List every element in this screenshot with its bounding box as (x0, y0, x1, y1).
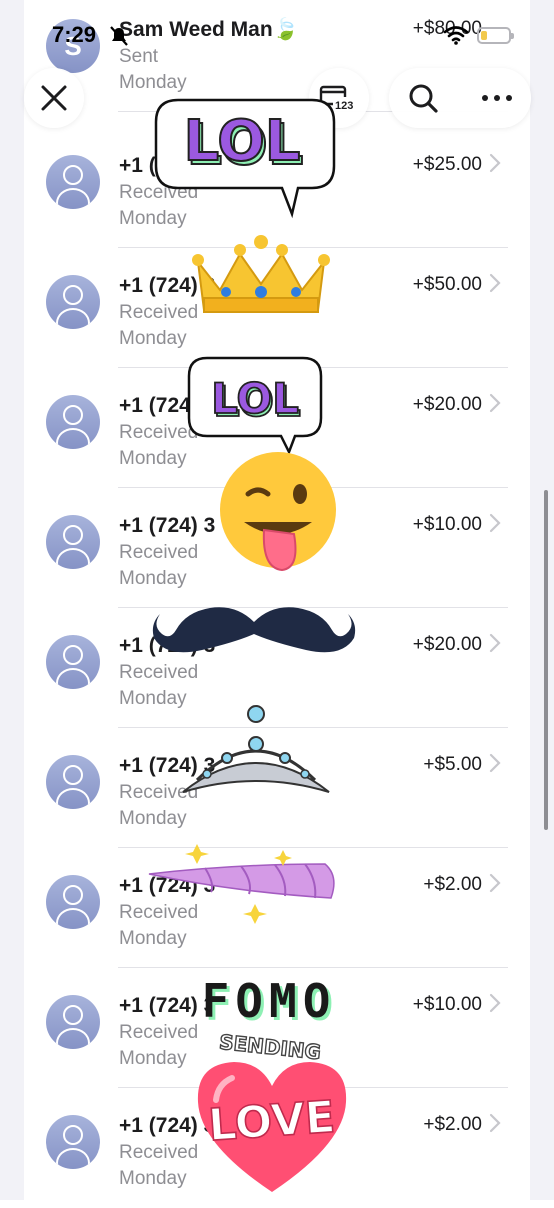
toolbar-actions (389, 68, 531, 128)
right-gutter (530, 0, 554, 1200)
transaction-amount: +$20.00 (412, 394, 482, 415)
avatar (46, 995, 100, 1049)
fomo-sending-sticker: FOMO FOMO SENDING (202, 974, 337, 1065)
avatar (46, 155, 100, 209)
chevron-right-icon[interactable] (484, 152, 506, 174)
chevron-right-icon[interactable] (484, 632, 506, 654)
love-text: LOVE (207, 1092, 337, 1152)
transaction-day: Monday (119, 72, 187, 93)
transaction-day: Monday (119, 448, 187, 469)
transaction-amount: +$2.00 (423, 874, 482, 895)
avatar (46, 755, 100, 809)
chevron-right-icon[interactable] (484, 872, 506, 894)
transaction-status: Received (119, 662, 199, 683)
search-icon[interactable] (393, 68, 453, 128)
transaction-day: Monday (119, 1168, 187, 1189)
scrollbar[interactable] (544, 490, 548, 830)
transaction-day: Monday (119, 928, 187, 949)
left-gutter (0, 0, 24, 1200)
transaction-amount: +$20.00 (412, 634, 482, 655)
fomo-text: FOMO (202, 974, 337, 1028)
transaction-amount: +$25.00 (412, 154, 482, 175)
love-heart-sticker: LOVE (197, 1062, 347, 1192)
avatar (46, 875, 100, 929)
avatar (46, 1115, 100, 1169)
wifi-icon (443, 26, 469, 45)
winking-tongue-emoji-sticker (220, 452, 336, 572)
transaction-status: Received (119, 542, 199, 563)
close-icon (41, 85, 67, 111)
crown-sticker (192, 235, 330, 313)
status-bar: 7:29 (0, 0, 554, 60)
chevron-right-icon[interactable] (484, 512, 506, 534)
lol-text: LOL (184, 109, 301, 174)
ellipsis-icon[interactable] (467, 68, 527, 128)
avatar (46, 395, 100, 449)
unicorn-horn-sticker (148, 844, 335, 924)
transaction-day: Monday (119, 808, 187, 829)
avatar (46, 635, 100, 689)
transaction-amount: +$10.00 (412, 994, 482, 1015)
chevron-right-icon[interactable] (484, 1112, 506, 1134)
transaction-day: Monday (119, 328, 187, 349)
battery-icon (477, 27, 514, 44)
transaction-amount: +$50.00 (412, 274, 482, 295)
lol-text-2: LOL (211, 374, 299, 423)
chevron-right-icon[interactable] (484, 752, 506, 774)
transaction-amount: +$5.00 (423, 754, 482, 775)
transaction-status: Received (119, 1142, 199, 1163)
lol-speech-bubble-sticker: LOL LOL (154, 98, 336, 219)
chevron-right-icon[interactable] (484, 992, 506, 1014)
chevron-right-icon[interactable] (484, 272, 506, 294)
transaction-amount: +$2.00 (423, 1114, 482, 1135)
close-button[interactable] (24, 68, 84, 128)
silent-bell-icon (110, 26, 128, 46)
tiara-sticker (182, 705, 330, 793)
avatar (46, 515, 100, 569)
transaction-day: Monday (119, 1048, 187, 1069)
mustache-sticker (152, 607, 356, 653)
contact-name: +1 (724) 3 (119, 514, 216, 537)
avatar (46, 275, 100, 329)
transaction-amount: +$10.00 (412, 514, 482, 535)
transaction-day: Monday (119, 568, 187, 589)
chevron-right-icon[interactable] (484, 392, 506, 414)
transaction-status: Received (119, 302, 199, 323)
status-time: 7:29 (52, 22, 97, 47)
lol-speech-bubble-sticker-2: LOL LOL (187, 356, 323, 456)
